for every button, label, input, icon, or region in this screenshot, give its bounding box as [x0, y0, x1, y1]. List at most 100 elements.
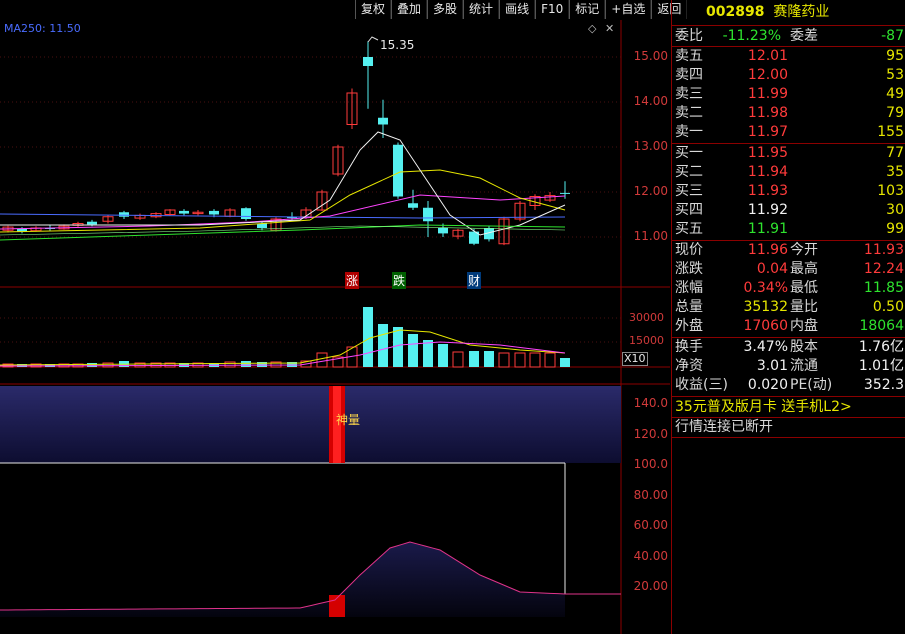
volume-bar [224, 361, 236, 368]
kline-chart[interactable] [0, 20, 670, 634]
stat-label: 股本 [790, 339, 818, 355]
bid-label: 买一 [675, 145, 703, 161]
bid-row[interactable]: 买三 11.93 103 [672, 182, 905, 201]
stat-value: 3.47% [743, 339, 788, 355]
indicator-axis-label: 100.0 [633, 457, 668, 471]
indicator-axis-label: 80.00 [633, 488, 668, 502]
ask-row[interactable]: 卖一 11.97 155 [672, 123, 905, 142]
bid-volume: 99 [886, 221, 904, 237]
ask-row[interactable]: 卖四 12.00 53 [672, 66, 905, 85]
candle-body [179, 210, 189, 214]
stat-label: 外盘 [675, 318, 703, 334]
promo-link[interactable]: 35元普及版月卡 送手机L2> [672, 398, 905, 417]
high-price-marker: 15.35 [380, 38, 415, 52]
volume-bar [544, 352, 556, 368]
ask-volume: 79 [886, 105, 904, 121]
bid-row[interactable]: 买五 11.91 99 [672, 220, 905, 239]
ask-volume: 49 [886, 86, 904, 102]
ask-row[interactable]: 卖二 11.98 79 [672, 104, 905, 123]
bid-price: 11.93 [747, 183, 788, 199]
ask-row[interactable]: 卖五 12.01 95 [672, 47, 905, 66]
weibi-label: 委比 [675, 28, 703, 44]
high-marker-arrow [367, 36, 379, 43]
volume-unit-badge[interactable]: X10 [622, 352, 648, 366]
volume-bar [87, 363, 97, 367]
ma250-line [0, 213, 566, 219]
stat-label: 流通 [790, 358, 818, 374]
volume-bar [529, 352, 541, 368]
price-axis-label: 12.00 [633, 184, 668, 198]
volume-bar [316, 352, 328, 368]
stat-row: 净资 3.01 流通 1.01亿 [672, 357, 905, 376]
toolbar-f10-button[interactable]: F10 [535, 0, 570, 19]
toolbar-huaxian-button[interactable]: 画线 [499, 0, 536, 19]
stat-label: 总量 [675, 299, 703, 315]
signal-zhang: 涨 [345, 272, 360, 289]
ask-price: 11.97 [747, 124, 788, 140]
stat-value: 0.04 [756, 261, 788, 277]
connection-status-text: 行情连接已断开 [675, 419, 773, 435]
candle-body [241, 208, 251, 219]
volume-bar [393, 327, 403, 367]
signal-die: 跌 [392, 272, 407, 289]
candle-body [408, 203, 418, 208]
candle-body [119, 212, 129, 217]
toolbar-tongji-button[interactable]: 统计 [463, 0, 500, 19]
toolbar-biaoji-button[interactable]: 标记 [569, 0, 606, 19]
stat-label: 涨幅 [675, 280, 703, 296]
bid-label: 买三 [675, 183, 703, 199]
stat-row: 总量 35132 量比 0.50 [672, 298, 905, 317]
indicator-axis-label: 120.0 [633, 427, 668, 441]
stat-value: 0.34% [743, 280, 788, 296]
stat-row: 外盘 17060 内盘 18064 [672, 317, 905, 336]
stat-label: 最低 [790, 280, 818, 296]
price-axis-label: 13.00 [633, 139, 668, 153]
ask-label: 卖五 [675, 48, 703, 64]
bid-price: 11.94 [747, 164, 788, 180]
toolbar-diejia-button[interactable]: 叠加 [391, 0, 428, 19]
connection-status: 行情连接已断开 [672, 418, 905, 437]
ask-price: 12.01 [747, 48, 788, 64]
stat-row: 涨跌 0.04 最高 12.24 [672, 260, 905, 279]
volume-ma-yellow [0, 329, 566, 366]
volume-bar [452, 351, 464, 368]
stat-label: 换手 [675, 339, 703, 355]
volume-bar [363, 307, 373, 367]
ask-volume: 53 [886, 67, 904, 83]
volume-bar [378, 324, 388, 367]
candle-body [560, 192, 570, 194]
bid-volume: 103 [877, 183, 904, 199]
stat-value: 352.3 [863, 377, 904, 393]
bid-row[interactable]: 买四 11.92 30 [672, 201, 905, 220]
stat-value: 11.96 [747, 242, 788, 258]
toolbar-zixuan-button[interactable]: +自选 [605, 0, 652, 19]
promo-text[interactable]: 35元普及版月卡 送手机L2> [675, 398, 852, 417]
volume-bar [484, 351, 494, 367]
bid-row[interactable]: 买一 11.95 77 [672, 144, 905, 163]
indicator-axis-label: 140.0 [633, 396, 668, 410]
stat-row: 换手 3.47% 股本 1.76亿 [672, 338, 905, 357]
price-axis-label: 15.00 [633, 49, 668, 63]
stat-label: 今开 [790, 242, 818, 258]
volume-bar [102, 362, 114, 368]
weicha-label: 委差 [790, 28, 818, 44]
volume-bar [514, 352, 526, 368]
volume-bar [469, 351, 479, 367]
stat-row: 收益(三) 0.020 PE(动) 352.3 [672, 376, 905, 395]
weibi-row: 委比 -11.23% 委差 -87 [672, 27, 905, 46]
ask-row[interactable]: 卖三 11.99 49 [672, 85, 905, 104]
bid-row[interactable]: 买二 11.94 35 [672, 163, 905, 182]
stat-value: 1.01亿 [858, 358, 904, 374]
toolbar-duogu-button[interactable]: 多股 [427, 0, 464, 19]
price-axis-label: 11.00 [633, 229, 668, 243]
volume-bar [408, 334, 418, 367]
candle-body [363, 57, 373, 66]
chart-area[interactable]: MA250: 11.50 ◇ ✕ 15.00 14.00 13.00 12.00… [0, 0, 670, 634]
stock-name: 赛隆药业 [773, 4, 830, 20]
shenliang-label: 神量 [336, 413, 361, 427]
toolbar-fuquan-button[interactable]: 复权 [355, 0, 392, 19]
stat-value: 12.24 [863, 261, 904, 277]
ask-label: 卖三 [675, 86, 703, 102]
stat-label: 内盘 [790, 318, 818, 334]
candle-body [393, 144, 403, 197]
